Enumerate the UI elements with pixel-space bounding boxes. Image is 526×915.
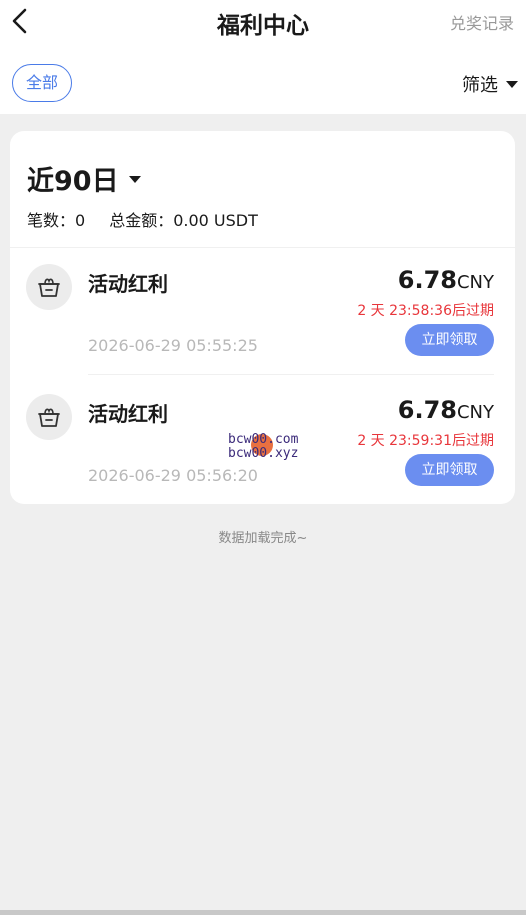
redeem-history-link[interactable]: 兑奖记录 — [450, 10, 514, 34]
filter-button[interactable]: 筛选 — [462, 71, 518, 97]
filter-chip-all[interactable]: 全部 — [12, 64, 72, 102]
period-selector[interactable]: 近90日 — [27, 159, 141, 198]
amount-unit: CNY — [456, 402, 494, 423]
item-amount: 6.78CNY — [398, 266, 494, 294]
item-date: 2026-06-29 05:56:20 — [88, 466, 258, 485]
divider — [88, 374, 494, 375]
amount-unit: CNY — [456, 272, 494, 293]
filter-label: 筛选 — [462, 75, 498, 96]
gift-box-icon — [26, 394, 72, 440]
item-title: 活动红利 — [88, 272, 168, 296]
count-value: 0 — [75, 211, 86, 230]
amount-value: 6.78 — [397, 396, 457, 424]
caret-down-icon — [506, 81, 518, 88]
watermark-line: bcw00.xyz — [228, 446, 299, 461]
expire-countdown: 2 天 23:59:31后过期 — [357, 433, 494, 449]
gift-box-icon — [26, 264, 72, 310]
load-complete-text: 数据加载完成~ — [218, 531, 308, 546]
claim-button[interactable]: 立即领取 — [405, 454, 494, 486]
item-title: 活动红利 — [88, 402, 168, 426]
total-value: 0.00 USDT — [173, 211, 258, 230]
summary-line: 笔数：0 总金额：0.00 USDT — [27, 207, 258, 231]
count-label: 笔数： — [27, 211, 76, 230]
watermark-line: bcw00.com — [228, 432, 299, 447]
period-label: 近90日 — [27, 166, 119, 197]
bottom-edge — [0, 910, 526, 915]
claim-button[interactable]: 立即领取 — [405, 324, 494, 356]
amount-value: 6.78 — [397, 266, 457, 294]
expire-countdown: 2 天 23:58:36后过期 — [357, 303, 494, 319]
total-label: 总金额： — [109, 211, 174, 230]
item-date: 2026-06-29 05:55:25 — [88, 336, 258, 355]
filter-bar: 全部 筛选 — [0, 44, 526, 114]
list-item: 活动红利 6.78CNY 2 天 23:58:36后过期 2026-06-29 … — [10, 248, 515, 375]
top-nav-bar: 福利中心 兑奖记录 — [0, 0, 526, 44]
page-title: 福利中心 — [217, 13, 309, 39]
watermark: bcw00.com bcw00.xyz — [228, 433, 298, 461]
caret-down-icon — [128, 176, 141, 183]
item-amount: 6.78CNY — [398, 396, 494, 424]
